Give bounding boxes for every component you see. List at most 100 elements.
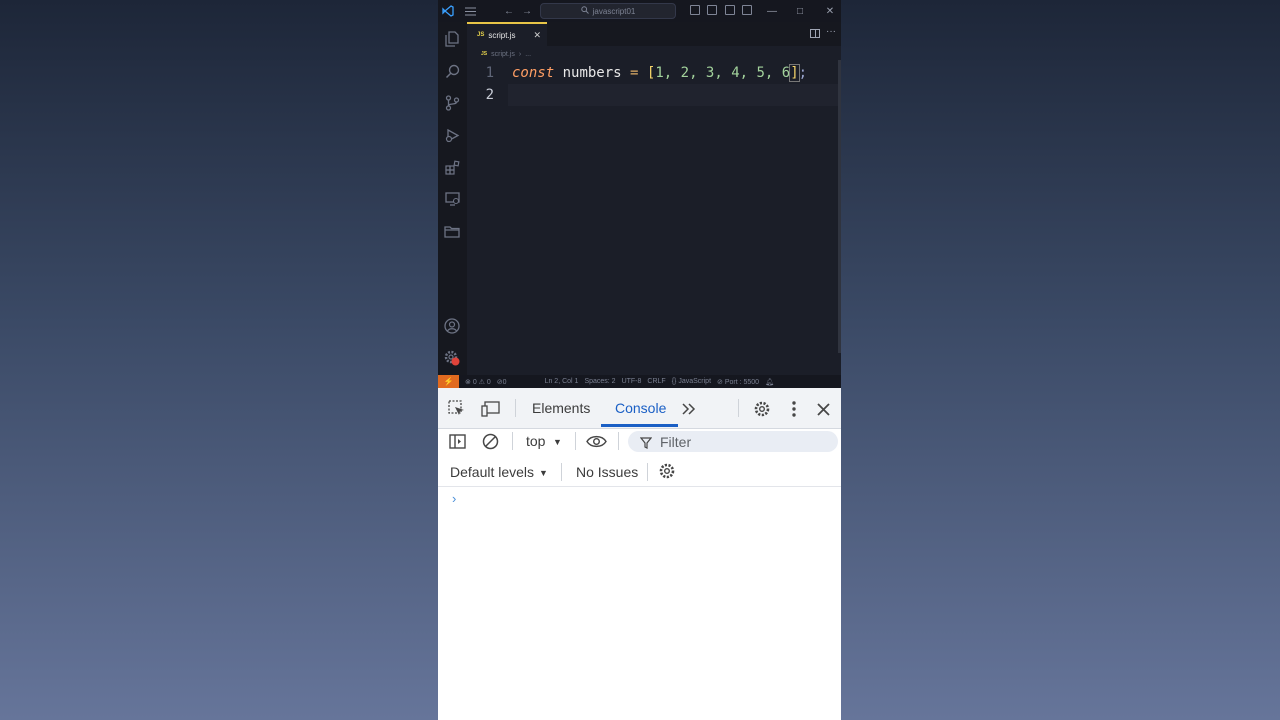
- js-file-icon: JS: [477, 32, 485, 38]
- toggle-sidebar-icon[interactable]: [690, 5, 700, 15]
- semicolon: ;: [798, 65, 808, 81]
- toolbar-separator: [512, 432, 513, 450]
- encoding-status[interactable]: UTF-8: [622, 378, 642, 385]
- live-server-port[interactable]: ⊘ Port : 5500: [717, 378, 759, 386]
- toggle-secondary-sidebar-icon[interactable]: [725, 5, 735, 15]
- notifications-bell-icon[interactable]: 🔔︎: [765, 378, 774, 386]
- device-toolbar-icon[interactable]: [479, 398, 501, 420]
- command-center-search[interactable]: javascript01: [540, 3, 676, 19]
- toolbar-separator: [738, 399, 739, 417]
- forward-arrow-icon[interactable]: →: [520, 4, 534, 18]
- log-levels-dropdown[interactable]: Default levels: [450, 464, 534, 480]
- more-actions-icon[interactable]: ···: [826, 26, 836, 37]
- js-file-icon: JS: [481, 51, 488, 57]
- devtools-panel: Elements Console top ▼ Filter Default le…: [438, 388, 841, 720]
- filter-placeholder: Filter: [660, 433, 692, 450]
- close-window-icon[interactable]: ✕: [823, 4, 837, 18]
- inspect-element-icon[interactable]: [446, 398, 468, 420]
- console-settings-gear-icon[interactable]: [656, 460, 678, 482]
- line-number: 1: [485, 65, 494, 81]
- eol-status[interactable]: CRLF: [647, 378, 665, 385]
- maximize-icon[interactable]: □: [793, 4, 807, 18]
- split-editor-icon[interactable]: [810, 29, 820, 38]
- customize-layout-icon[interactable]: [742, 5, 752, 15]
- app-frame: ← → javascript01 — □ ✕ JS script.js ✕ ··…: [438, 0, 841, 720]
- more-options-icon[interactable]: [783, 398, 805, 420]
- operator: =: [630, 65, 639, 81]
- search-icon: [580, 6, 589, 16]
- breadcrumb-rest[interactable]: ...: [525, 51, 531, 58]
- tab-script-js[interactable]: JS script.js ✕: [467, 22, 547, 46]
- breadcrumb-file[interactable]: script.js: [491, 51, 515, 58]
- live-expression-eye-icon[interactable]: [585, 430, 607, 452]
- source-control-icon[interactable]: [443, 94, 461, 112]
- search-icon[interactable]: [443, 62, 461, 80]
- filter-input[interactable]: Filter: [628, 431, 838, 452]
- keyword-const: const: [512, 65, 555, 81]
- filter-funnel-icon: [639, 436, 653, 449]
- indentation-status[interactable]: Spaces: 2: [584, 378, 615, 385]
- editor-scrollbar[interactable]: [838, 60, 841, 353]
- language-mode[interactable]: {} JavaScript: [672, 378, 711, 385]
- close-devtools-icon[interactable]: [812, 398, 834, 420]
- identifier: numbers: [562, 65, 622, 81]
- menu-icon[interactable]: [463, 4, 477, 18]
- vscode-logo-icon: [441, 4, 455, 18]
- minimize-icon[interactable]: —: [765, 4, 779, 18]
- account-icon[interactable]: [443, 317, 461, 335]
- toolbar-separator: [561, 463, 562, 481]
- toolbar-separator: [618, 432, 619, 450]
- problems-status[interactable]: ⊗ 0 ⚠ 0: [465, 378, 491, 386]
- line-number: 2: [485, 87, 494, 103]
- code-text: const numbers = [1, 2, 3, 4, 5, 6];: [512, 62, 807, 84]
- chevron-right-icon: ›: [518, 50, 522, 58]
- devtools-toolbar: Elements Console: [438, 388, 841, 429]
- dropdown-caret-icon: ▼: [553, 437, 562, 447]
- toolbar-separator: [575, 432, 576, 450]
- close-tab-icon[interactable]: ✕: [533, 30, 541, 41]
- console-toolbar: top ▼ Filter: [438, 429, 841, 453]
- command-center-label: javascript01: [592, 6, 636, 16]
- toggle-panel-icon[interactable]: [707, 5, 717, 15]
- tab-label: script.js: [488, 30, 516, 40]
- code-line[interactable]: 2: [467, 84, 839, 106]
- manage-gear-icon[interactable]: [443, 349, 461, 367]
- language-label: JavaScript: [678, 378, 712, 385]
- tab-elements[interactable]: Elements: [532, 400, 590, 416]
- status-bar: ⚡ ⊗ 0 ⚠ 0 ⊘0 Ln 2, Col 1 Spaces: 2 UTF-8…: [438, 375, 841, 388]
- remote-explorer-icon[interactable]: [443, 190, 461, 208]
- title-bar: ← → javascript01 — □ ✕: [438, 0, 841, 22]
- close-bracket: ]: [789, 64, 800, 82]
- cursor-position[interactable]: Ln 2, Col 1: [545, 378, 579, 385]
- code-editor[interactable]: 1 const numbers = [1, 2, 3, 4, 5, 6]; 2: [467, 60, 839, 375]
- active-tab-indicator: [601, 424, 678, 427]
- warning-count: 0: [486, 378, 491, 386]
- folder-icon[interactable]: [443, 222, 461, 240]
- extensions-icon[interactable]: [443, 158, 461, 176]
- toolbar-separator: [515, 399, 516, 417]
- remote-indicator-icon[interactable]: ⚡: [438, 375, 459, 388]
- issues-counter[interactable]: No Issues: [576, 464, 638, 480]
- context-selector[interactable]: top: [526, 433, 545, 449]
- console-levels-bar: Default levels ▼ No Issues: [438, 457, 841, 487]
- clear-console-icon[interactable]: [479, 430, 501, 452]
- show-sidebar-icon[interactable]: [446, 430, 468, 452]
- run-debug-icon[interactable]: [443, 126, 461, 144]
- error-count: 0: [472, 378, 477, 386]
- breadcrumb: JS script.js › ...: [481, 48, 531, 60]
- editor-tabs: JS script.js ✕ ···: [467, 22, 841, 46]
- ports-count: 0: [502, 378, 507, 386]
- port-label: Port : 5500: [724, 378, 760, 386]
- dropdown-caret-icon: ▼: [539, 468, 548, 478]
- back-arrow-icon[interactable]: ←: [502, 4, 516, 18]
- console-prompt[interactable]: ›: [452, 491, 456, 506]
- explorer-icon[interactable]: [443, 30, 461, 48]
- code-line[interactable]: 1 const numbers = [1, 2, 3, 4, 5, 6];: [467, 62, 839, 84]
- more-tabs-icon[interactable]: [678, 398, 700, 420]
- toolbar-separator: [647, 463, 648, 481]
- ports-status[interactable]: ⊘0: [497, 378, 507, 386]
- array-values: 1, 2, 3, 4, 5, 6: [655, 65, 791, 81]
- tab-console[interactable]: Console: [615, 400, 666, 416]
- settings-gear-icon[interactable]: [751, 398, 773, 420]
- vscode-window: ← → javascript01 — □ ✕ JS script.js ✕ ··…: [438, 0, 841, 388]
